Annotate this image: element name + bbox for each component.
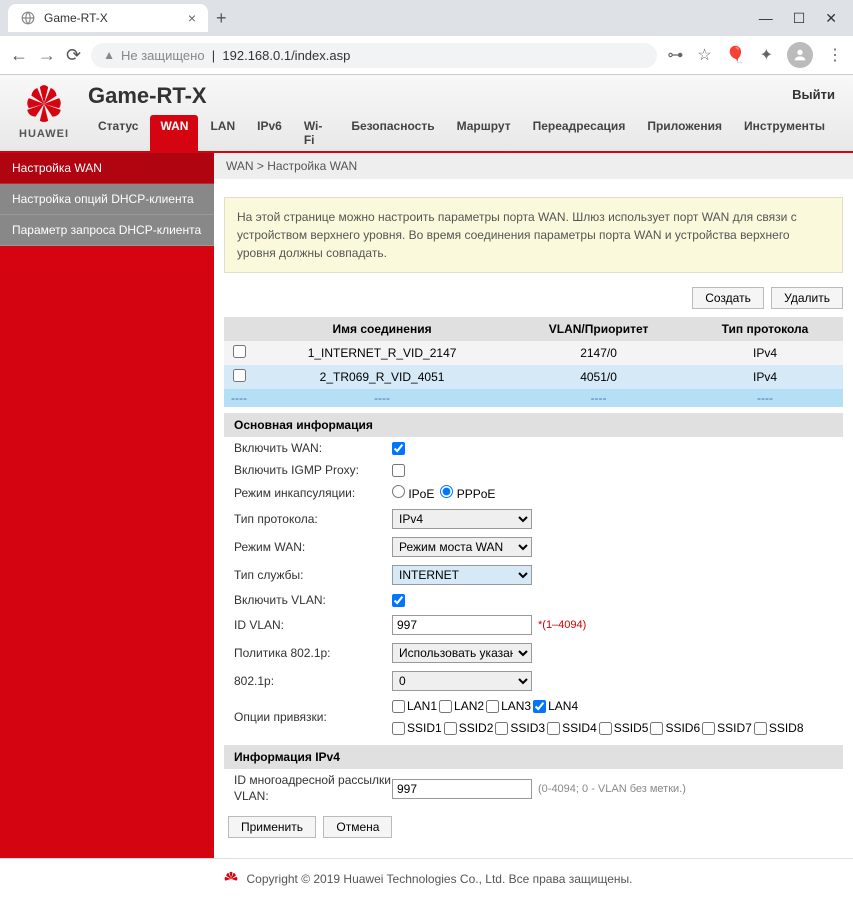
nav-tab-безопасность[interactable]: Безопасность bbox=[341, 115, 444, 151]
ssid-option[interactable]: SSID3 bbox=[495, 721, 545, 735]
8021p-select[interactable]: 0 bbox=[392, 671, 532, 691]
nav-tab-wan[interactable]: WAN bbox=[150, 115, 198, 151]
address-bar: ← → ⟳ ▲ Не защищено | 192.168.0.1/index.… bbox=[0, 36, 853, 75]
multicast-vlan-input[interactable] bbox=[392, 779, 532, 799]
logo: HUAWEI bbox=[18, 83, 70, 140]
key-icon[interactable]: ⊶ bbox=[667, 45, 683, 65]
policy-select[interactable]: Использовать указанное bbox=[392, 643, 532, 663]
enable-vlan-checkbox[interactable] bbox=[392, 594, 405, 607]
proto-select[interactable]: IPv4 bbox=[392, 509, 532, 529]
lan-option[interactable]: LAN3 bbox=[486, 699, 531, 713]
breadcrumb: WAN > Настройка WAN bbox=[214, 153, 853, 179]
section-basic: Основная информация bbox=[224, 413, 843, 437]
window-controls: — ☐ ✕ bbox=[759, 10, 845, 27]
browser-tab[interactable]: Game-RT-X × bbox=[8, 4, 208, 32]
title-block: Game-RT-X СтатусWANLANIPv6Wi-FiБезопасно… bbox=[88, 83, 835, 151]
table-row[interactable]: 2_TR069_R_VID_4051 4051/0 IPv4 bbox=[224, 365, 843, 389]
nav-tab-ipv6[interactable]: IPv6 bbox=[247, 115, 292, 151]
toolbar: Создать Удалить bbox=[214, 283, 853, 313]
row-checkbox[interactable] bbox=[233, 369, 246, 382]
igmp-checkbox[interactable] bbox=[392, 464, 405, 477]
sidebar: Настройка WANНастройка опций DHCP-клиент… bbox=[0, 153, 214, 858]
th-vlan: VLAN/Приоритет bbox=[510, 317, 687, 341]
table-row[interactable]: 1_INTERNET_R_VID_2147 2147/0 IPv4 bbox=[224, 341, 843, 365]
balloon-icon[interactable]: 🎈 bbox=[726, 45, 746, 65]
back-button[interactable]: ← bbox=[10, 45, 28, 66]
minimize-icon[interactable]: — bbox=[759, 10, 773, 27]
nav-tab-lan[interactable]: LAN bbox=[200, 115, 245, 151]
sidebar-item[interactable]: Настройка опций DHCP-клиента bbox=[0, 184, 214, 215]
footer-text: Copyright © 2019 Huawei Technologies Co.… bbox=[247, 872, 633, 886]
tab-bar: Game-RT-X × + — ☐ ✕ bbox=[0, 0, 853, 36]
ssid-option[interactable]: SSID2 bbox=[444, 721, 494, 735]
ssid-option[interactable]: SSID4 bbox=[547, 721, 597, 735]
close-window-icon[interactable]: ✕ bbox=[825, 10, 837, 27]
url-text: Не защищено | 192.168.0.1/index.asp bbox=[121, 48, 350, 63]
ssid-option[interactable]: SSID6 bbox=[650, 721, 700, 735]
create-button[interactable]: Создать bbox=[692, 287, 764, 309]
enable-wan-checkbox[interactable] bbox=[392, 442, 405, 455]
browser-chrome: Game-RT-X × + — ☐ ✕ ← → ⟳ ▲ Не защищено … bbox=[0, 0, 853, 75]
section-ipv4: Информация IPv4 bbox=[224, 745, 843, 769]
vlan-id-input[interactable] bbox=[392, 615, 532, 635]
forward-button[interactable]: → bbox=[38, 45, 56, 66]
ssid-option[interactable]: SSID8 bbox=[754, 721, 804, 735]
huawei-logo-icon bbox=[221, 871, 241, 887]
row-checkbox[interactable] bbox=[233, 345, 246, 358]
star-icon[interactable]: ☆ bbox=[697, 45, 711, 65]
info-box: На этой странице можно настроить парамет… bbox=[224, 197, 843, 273]
reload-button[interactable]: ⟳ bbox=[66, 45, 81, 66]
sidebar-item[interactable]: Настройка WAN bbox=[0, 153, 214, 184]
huawei-logo-icon bbox=[18, 83, 70, 125]
content: Настройка WANНастройка опций DHCP-клиент… bbox=[0, 153, 853, 858]
url-input[interactable]: ▲ Не защищено | 192.168.0.1/index.asp bbox=[91, 43, 657, 68]
ssid-option[interactable]: SSID1 bbox=[392, 721, 442, 735]
ipoe-radio[interactable] bbox=[392, 485, 405, 498]
page-title: Game-RT-X bbox=[88, 83, 835, 109]
main-nav: СтатусWANLANIPv6Wi-FiБезопасностьМаршрут… bbox=[88, 115, 835, 151]
ssid-option[interactable]: SSID5 bbox=[599, 721, 649, 735]
main: WAN > Настройка WAN На этой странице мож… bbox=[214, 153, 853, 858]
nav-tab-статус[interactable]: Статус bbox=[88, 115, 148, 151]
maximize-icon[interactable]: ☐ bbox=[793, 10, 806, 27]
router-page: HUAWEI Game-RT-X СтатусWANLANIPv6Wi-FiБе… bbox=[0, 75, 853, 899]
apply-button[interactable]: Применить bbox=[228, 816, 316, 838]
lan-option[interactable]: LAN2 bbox=[439, 699, 484, 713]
th-proto: Тип протокола bbox=[687, 317, 843, 341]
warning-icon: ▲ bbox=[103, 48, 115, 62]
new-tab-button[interactable]: + bbox=[216, 8, 227, 29]
conn-table: Имя соединения VLAN/Приоритет Тип проток… bbox=[224, 317, 843, 407]
close-icon[interactable]: × bbox=[188, 10, 196, 26]
globe-icon bbox=[20, 10, 36, 26]
service-select[interactable]: INTERNET bbox=[392, 565, 532, 585]
th-name: Имя соединения bbox=[254, 317, 510, 341]
ssid-option[interactable]: SSID7 bbox=[702, 721, 752, 735]
lan-option[interactable]: LAN4 bbox=[533, 699, 578, 713]
brand-text: HUAWEI bbox=[18, 128, 70, 140]
header: HUAWEI Game-RT-X СтатусWANLANIPv6Wi-FiБе… bbox=[0, 75, 853, 153]
tab-title: Game-RT-X bbox=[44, 11, 180, 25]
nav-tab-wi-fi[interactable]: Wi-Fi bbox=[294, 115, 340, 151]
cancel-button[interactable]: Отмена bbox=[323, 816, 392, 838]
nav-tab-инструменты[interactable]: Инструменты bbox=[734, 115, 835, 151]
delete-button[interactable]: Удалить bbox=[771, 287, 843, 309]
pppoe-radio[interactable] bbox=[440, 485, 453, 498]
action-row: Применить Отмена bbox=[224, 816, 843, 838]
extensions-icon[interactable]: ✦ bbox=[760, 45, 773, 65]
lan-option[interactable]: LAN1 bbox=[392, 699, 437, 713]
bind-options: LAN1 LAN2 LAN3 LAN4 SSID1 SSID2 SSID3 SS… bbox=[392, 699, 833, 735]
browser-right-icons: ⊶ ☆ 🎈 ✦ ⋮ bbox=[667, 42, 843, 68]
nav-tab-маршрут[interactable]: Маршрут bbox=[447, 115, 521, 151]
profile-icon[interactable] bbox=[787, 42, 813, 68]
nav-tab-переадресация[interactable]: Переадресация bbox=[523, 115, 636, 151]
sidebar-item[interactable]: Параметр запроса DHCP-клиента bbox=[0, 215, 214, 246]
menu-icon[interactable]: ⋮ bbox=[827, 45, 843, 65]
wan-mode-select[interactable]: Режим моста WAN bbox=[392, 537, 532, 557]
nav-tab-приложения[interactable]: Приложения bbox=[637, 115, 732, 151]
logout-link[interactable]: Выйти bbox=[792, 87, 835, 102]
footer: Copyright © 2019 Huawei Technologies Co.… bbox=[0, 858, 853, 899]
